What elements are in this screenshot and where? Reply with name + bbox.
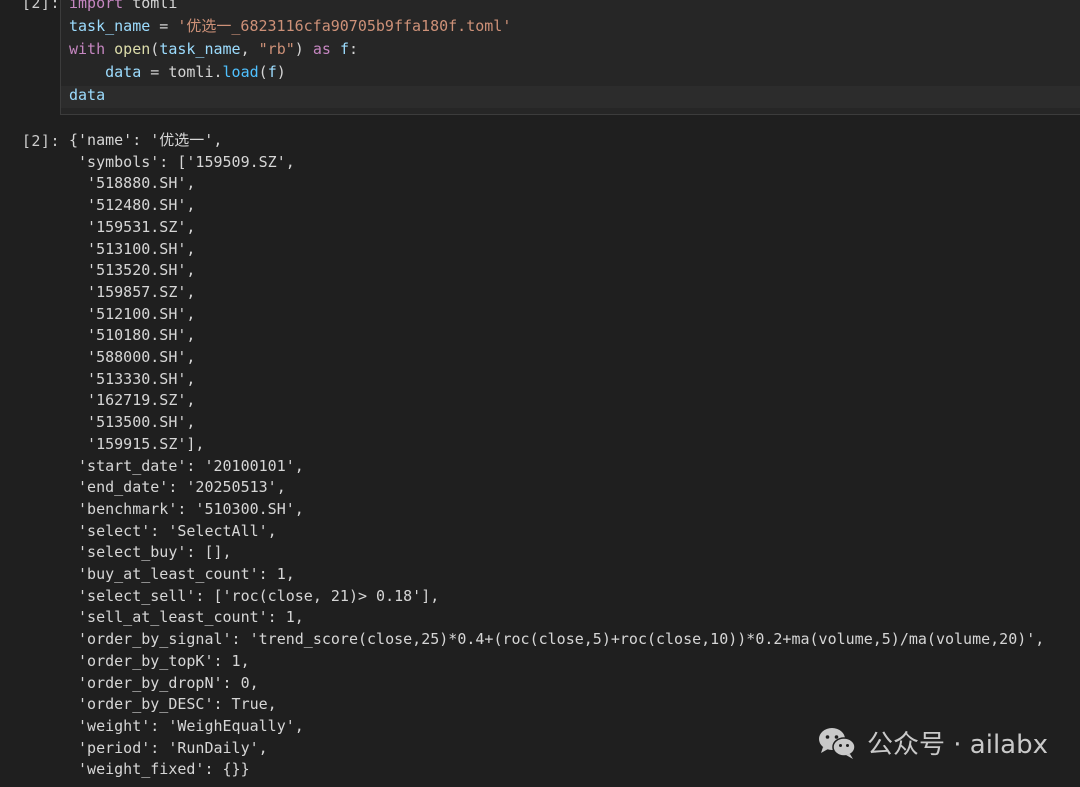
output-line: 'order_by_signal': 'trend_score(close,25…: [69, 630, 1045, 649]
output-line: 'start_date': '20100101',: [69, 456, 304, 475]
watermark-text: 公众号 · ailabx: [867, 730, 1048, 760]
output-line: 'order_by_DESC': True,: [69, 695, 277, 714]
code-line: data = tomli.load(f): [69, 61, 511, 84]
output-line: '159531.SZ',: [69, 217, 196, 236]
output-line: '513100.SH',: [69, 239, 196, 258]
code-token: as: [312, 40, 331, 58]
output-prompt: [2]:: [21, 132, 60, 150]
code-token: with: [69, 40, 106, 58]
output-line: '162719.SZ',: [69, 391, 196, 410]
output-line: 'order_by_dropN': 0,: [69, 673, 259, 692]
code-token: ): [294, 40, 313, 58]
input-prompt: [2]:: [21, 0, 60, 12]
code-token: ,: [240, 40, 259, 58]
output-line: 'symbols': ['159509.SZ',: [69, 152, 295, 171]
code-cell-input[interactable]: import tomli task_name = '优选一_6823116cfa9…: [60, 0, 1080, 115]
output-line: '159857.SZ',: [69, 282, 196, 301]
code-token: "rb": [258, 40, 295, 58]
output-line: 'sell_at_least_count': 1,: [69, 608, 304, 627]
wechat-icon: [817, 726, 857, 760]
code-token: data: [69, 86, 106, 104]
code-token: import: [69, 0, 124, 12]
code-line: import tomli: [69, 0, 511, 15]
code-token: :: [348, 40, 358, 58]
code-token: '优选一_6823116cfa90705b9ffa180f.toml': [177, 17, 512, 35]
code-token: data: [105, 63, 142, 81]
code-token: ): [276, 63, 286, 81]
code-token: tomli.: [168, 63, 223, 81]
code-token: load: [222, 63, 259, 81]
code-editor[interactable]: import tomli task_name = '优选一_6823116cfa9…: [69, 0, 511, 107]
output-line: '159915.SZ'],: [69, 434, 205, 453]
code-token: tomli: [123, 0, 178, 12]
code-token: open: [114, 40, 151, 58]
output-line: '588000.SH',: [69, 348, 196, 367]
code-token: task_name: [69, 17, 151, 35]
output-line: '513330.SH',: [69, 369, 196, 388]
cell-output: {'name': '优选一', 'symbols': ['159509.SZ',…: [69, 130, 1044, 781]
watermark: 公众号 · ailabx: [817, 724, 1048, 761]
output-line: '512100.SH',: [69, 304, 196, 323]
output-line: 'benchmark': '510300.SH',: [69, 499, 304, 518]
code-token: =: [150, 17, 178, 35]
output-line: '512480.SH',: [69, 196, 196, 215]
output-line: 'buy_at_least_count': 1,: [69, 565, 295, 584]
output-line: '518880.SH',: [69, 174, 196, 193]
code-token: task_name: [159, 40, 241, 58]
code-token: (: [258, 63, 268, 81]
code-token: f: [267, 63, 277, 81]
output-line: 'end_date': '20250513',: [69, 478, 286, 497]
code-token: =: [141, 63, 169, 81]
code-line: with open(task_name, "rb") as f:: [69, 38, 511, 61]
output-line: '513520.SH',: [69, 261, 196, 280]
code-token: f: [339, 40, 349, 58]
output-line: '510180.SH',: [69, 326, 196, 345]
output-line: 'weight_fixed': {}}: [69, 760, 250, 779]
output-line: {'name': '优选一',: [69, 131, 223, 149]
code-line: task_name = '优选一_6823116cfa90705b9ffa180…: [69, 15, 511, 38]
output-line: '513500.SH',: [69, 413, 196, 432]
code-line: data: [69, 84, 511, 107]
output-line: 'select': 'SelectAll',: [69, 521, 277, 540]
code-token: (: [150, 40, 160, 58]
output-line: 'select_buy': [],: [69, 543, 232, 562]
output-line: 'select_sell': ['roc(close, 21)> 0.18'],: [69, 586, 440, 605]
output-line: 'order_by_topK': 1,: [69, 651, 250, 670]
